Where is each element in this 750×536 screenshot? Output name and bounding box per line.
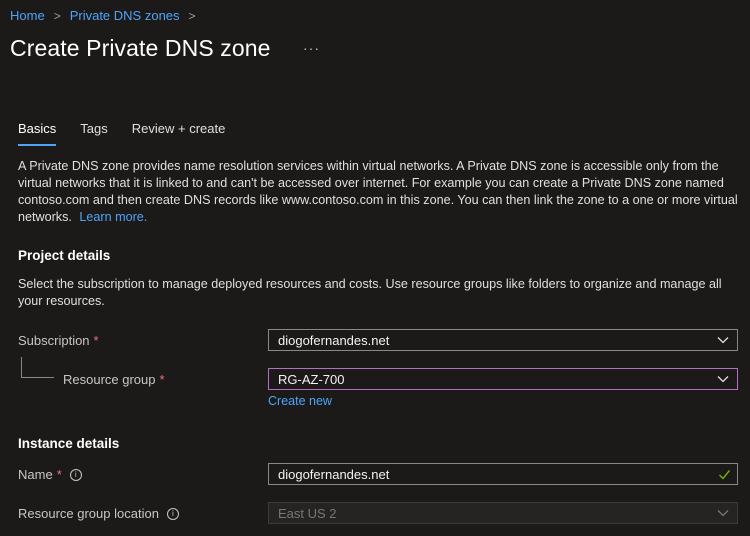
- name-value: diogofernandes.net: [278, 466, 390, 482]
- project-details-heading: Project details: [18, 248, 111, 263]
- resource-group-label-text: Resource group: [63, 372, 156, 387]
- required-marker: *: [159, 372, 165, 387]
- project-details-text: Select the subscription to manage deploy…: [18, 277, 722, 308]
- more-options-button[interactable]: ···: [303, 40, 320, 56]
- chevron-down-icon: [717, 337, 729, 344]
- required-marker: *: [56, 467, 62, 482]
- subscription-label-text: Subscription: [18, 333, 90, 348]
- create-new-resource-group-link[interactable]: Create new: [268, 394, 332, 408]
- subscription-value: diogofernandes.net: [278, 332, 390, 348]
- tree-connector: [21, 357, 54, 378]
- resource-group-value: RG-AZ-700: [278, 371, 345, 387]
- resource-group-location-dropdown: East US 2: [268, 502, 738, 524]
- info-icon[interactable]: i: [166, 507, 179, 520]
- tab-review-create[interactable]: Review + create: [132, 121, 226, 146]
- subscription-dropdown[interactable]: diogofernandes.net: [268, 329, 738, 351]
- checkmark-icon: [719, 470, 731, 480]
- name-input[interactable]: diogofernandes.net: [268, 463, 738, 485]
- page-title: Create Private DNS zone: [10, 35, 271, 61]
- instance-details-heading: Instance details: [18, 436, 120, 451]
- breadcrumb: Home > Private DNS zones >: [10, 8, 205, 23]
- tab-basics[interactable]: Basics: [18, 121, 57, 146]
- breadcrumb-private-dns-zones-link[interactable]: Private DNS zones: [70, 8, 180, 23]
- resource-group-location-label-text: Resource group location: [18, 506, 159, 521]
- resource-group-location-label: Resource group location i: [18, 506, 179, 521]
- tab-bar: Basics Tags Review + create: [18, 121, 249, 146]
- subscription-label: Subscription *: [18, 333, 99, 348]
- required-marker: *: [93, 333, 99, 348]
- resource-group-dropdown[interactable]: RG-AZ-700: [268, 368, 738, 390]
- name-label-text: Name: [18, 467, 53, 482]
- chevron-right-icon: >: [53, 8, 61, 23]
- learn-more-link[interactable]: Learn more.: [79, 210, 147, 224]
- name-label: Name * i: [18, 467, 82, 482]
- description: A Private DNS zone provides name resolut…: [18, 158, 738, 226]
- tab-tags[interactable]: Tags: [80, 121, 107, 146]
- resource-group-location-value: East US 2: [278, 505, 337, 521]
- chevron-down-icon: [717, 376, 729, 383]
- resource-group-label: Resource group *: [63, 372, 165, 387]
- info-icon[interactable]: i: [69, 468, 82, 481]
- chevron-down-icon: [717, 510, 729, 517]
- breadcrumb-home-link[interactable]: Home: [10, 8, 45, 23]
- chevron-right-icon: >: [188, 8, 196, 23]
